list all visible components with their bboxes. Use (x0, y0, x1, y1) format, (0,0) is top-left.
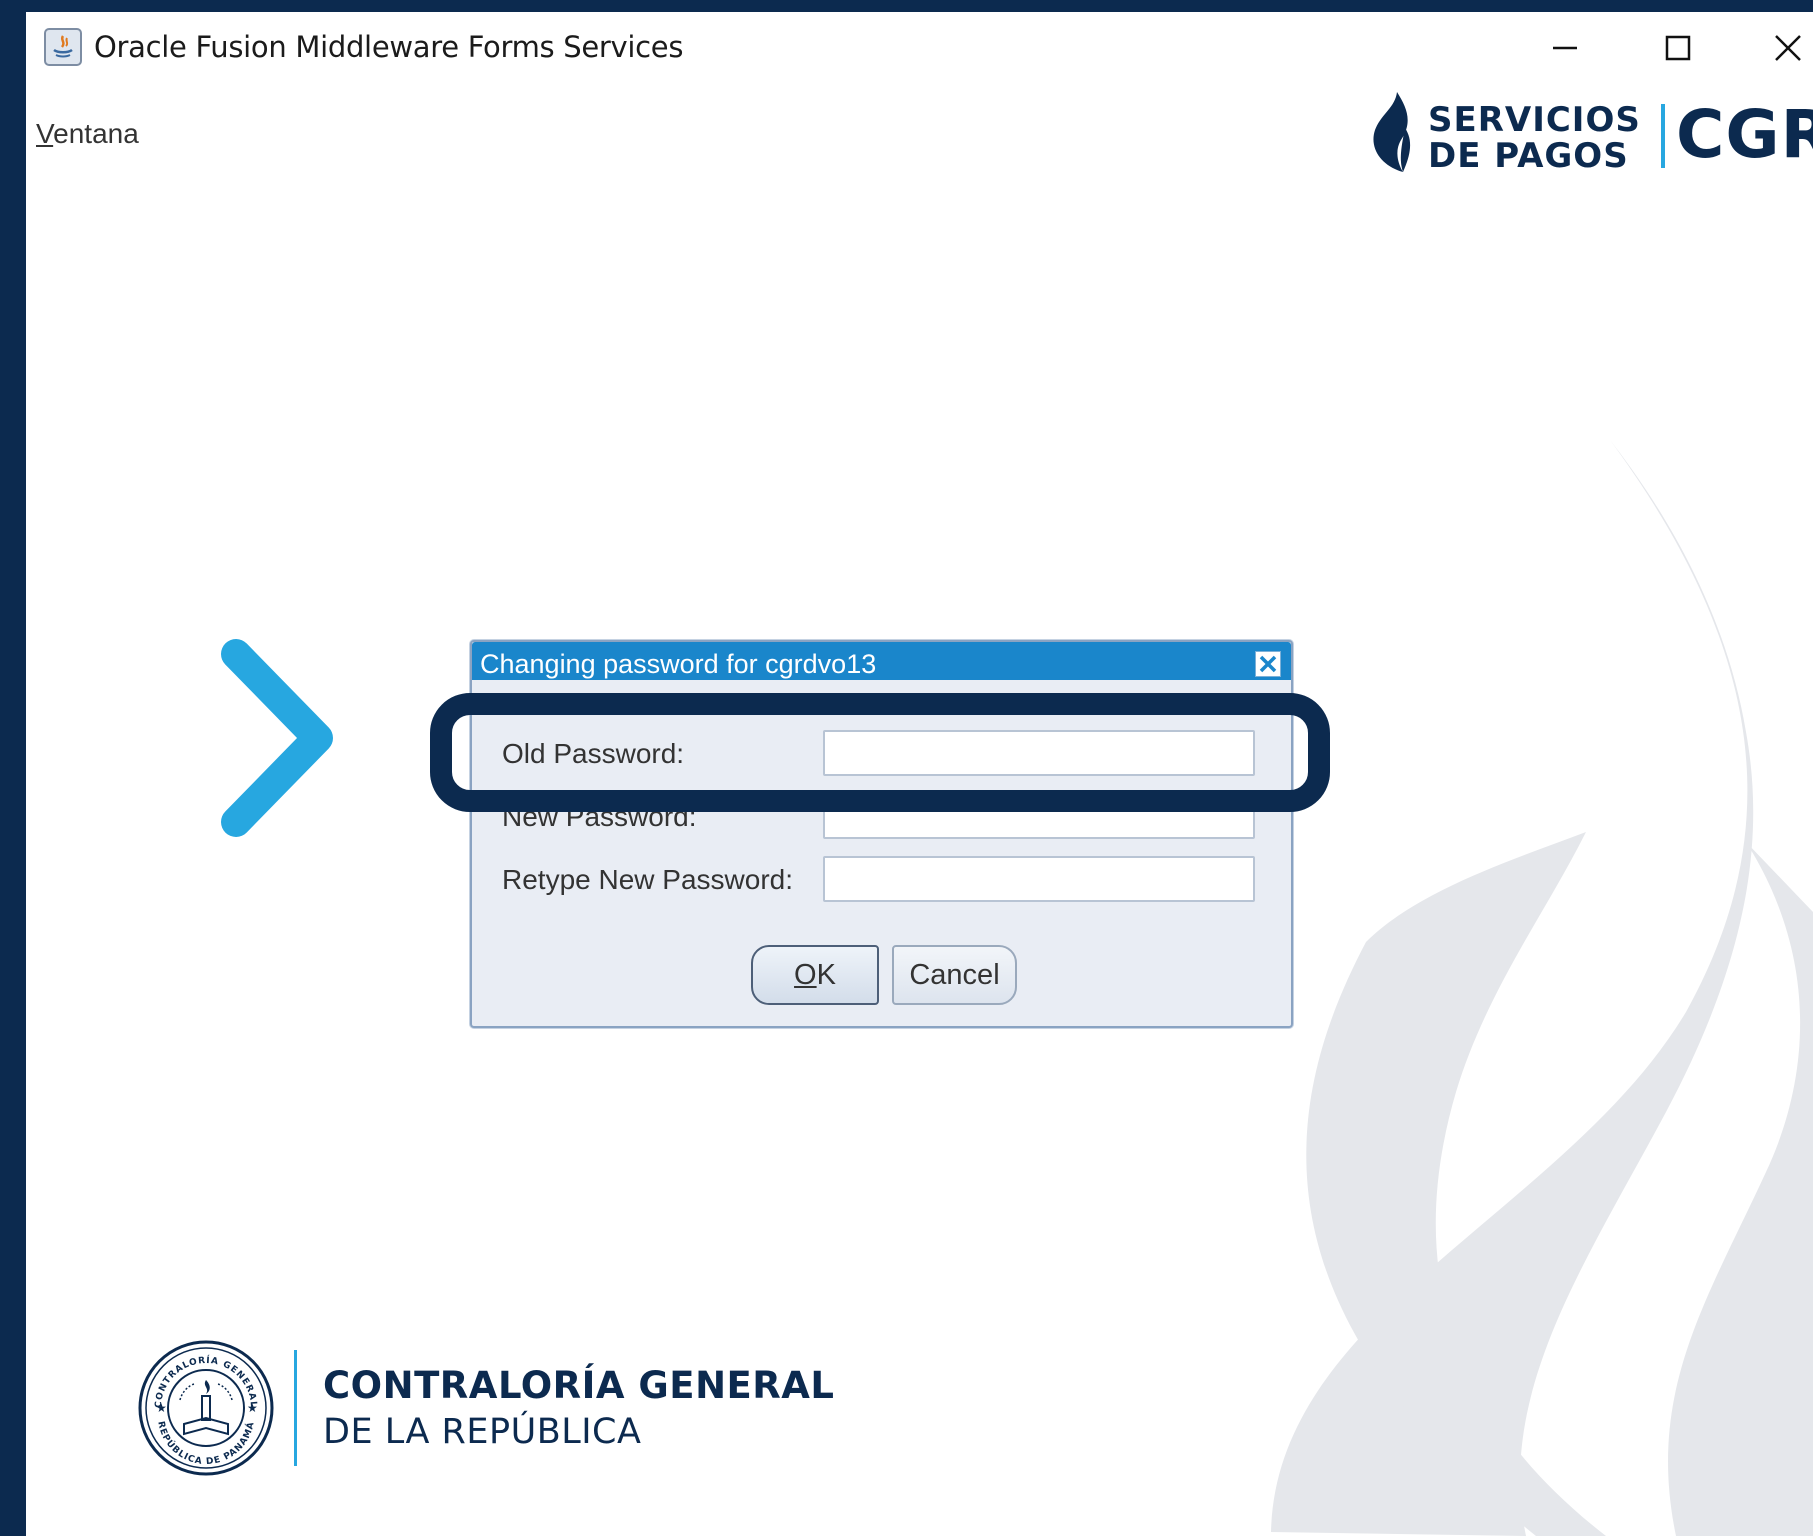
svg-text:★: ★ (156, 1401, 167, 1415)
brand-line1: SERVICIOS (1428, 100, 1641, 140)
maximize-icon[interactable] (1656, 26, 1700, 70)
java-app-icon (44, 28, 82, 66)
org-name-line2: DE LA REPÚBLICA (323, 1412, 642, 1452)
retype-password-input[interactable] (823, 856, 1255, 902)
retype-password-label: Retype New Password: (502, 864, 794, 895)
cancel-button[interactable]: Cancel (892, 945, 1017, 1005)
new-password-label: New Password: (502, 801, 697, 832)
ok-label: K (816, 958, 836, 991)
chevron-right-icon (221, 639, 333, 837)
ok-button[interactable]: OK (751, 945, 879, 1005)
app-window: Oracle Fusion Middleware Forms Services … (26, 12, 1813, 1536)
menu-ventana-label: entana (53, 118, 139, 149)
ok-mnemonic: O (794, 958, 817, 991)
minimize-icon[interactable] (1543, 26, 1587, 70)
svg-text:★: ★ (247, 1401, 258, 1415)
flame-icon (1373, 92, 1411, 172)
dialog-title: Changing password for cgrdvo13 (480, 649, 877, 679)
old-password-label: Old Password: (502, 738, 685, 769)
change-password-dialog: Changing password for cgrdvo13 Old Passw… (470, 640, 1293, 1028)
brand-acronym: CGR (1676, 96, 1813, 173)
footer-separator (294, 1350, 297, 1466)
dialog-title-bar: Changing password for cgrdvo13 (472, 642, 1291, 680)
dialog-close-icon[interactable] (1255, 651, 1281, 677)
old-password-input[interactable] (823, 730, 1255, 776)
new-password-input[interactable] (823, 793, 1255, 839)
brand-line2: DE PAGOS (1428, 136, 1629, 176)
close-icon[interactable] (1766, 26, 1810, 70)
brand-separator (1661, 104, 1665, 168)
org-name-line1: CONTRALORÍA GENERAL (323, 1364, 835, 1407)
menu-ventana-mnemonic: V (36, 118, 54, 149)
window-title: Oracle Fusion Middleware Forms Services (94, 30, 684, 64)
contraloria-seal-logo: CONTRALORÍA GENERAL REPÚBLICA DE PANAMÁ … (138, 1340, 274, 1476)
title-bar: Oracle Fusion Middleware Forms Services (26, 12, 1813, 84)
menu-ventana[interactable]: Ventana (36, 118, 139, 150)
